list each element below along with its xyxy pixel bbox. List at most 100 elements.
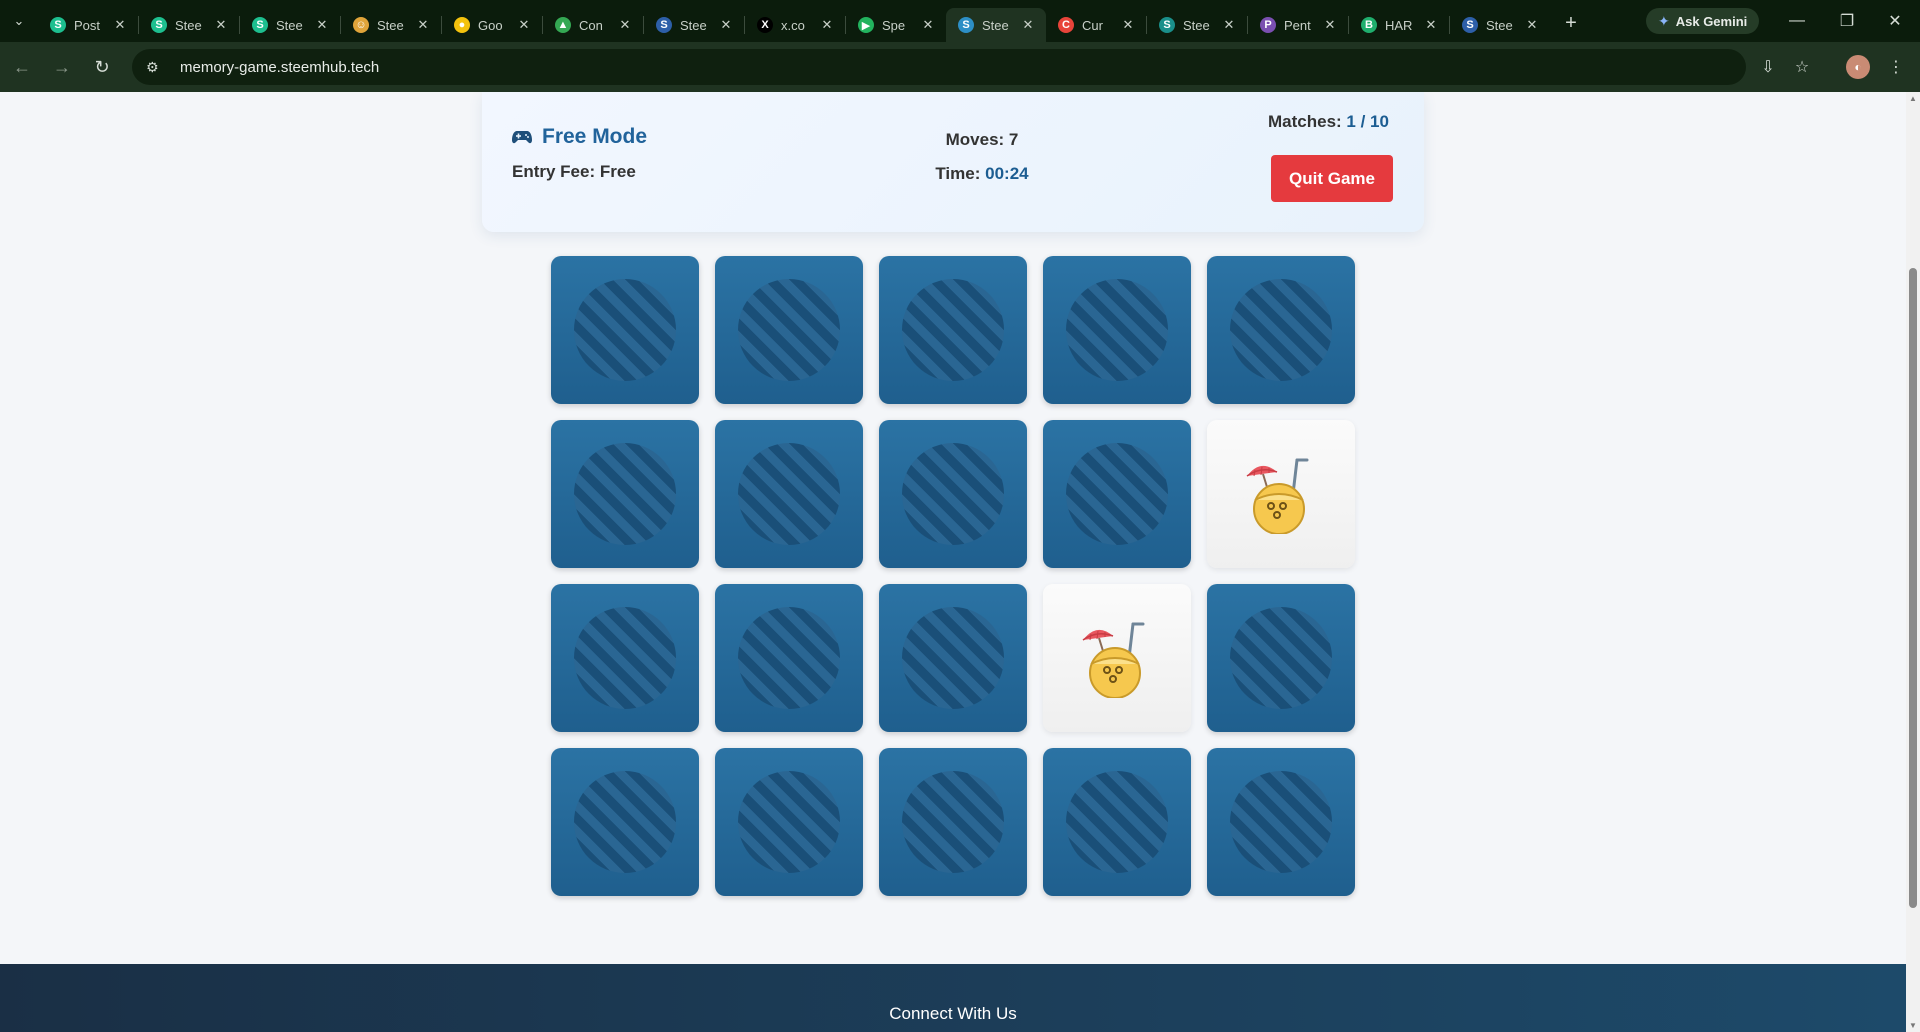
card-back-pattern [738,771,840,873]
tab-close-icon[interactable]: ✕ [1120,17,1136,33]
page-scrollbar[interactable]: ▲ ▼ [1906,92,1920,1032]
game-mode: Free Mode [512,125,647,149]
scroll-down-icon[interactable]: ▼ [1909,1021,1917,1030]
memory-card[interactable] [1207,256,1355,404]
card-back-pattern [902,443,1004,545]
new-tab-button[interactable]: + [1556,8,1586,38]
site-settings-icon[interactable]: ⚙ [146,59,166,76]
bookmark-star-icon[interactable]: ☆ [1784,49,1820,85]
tab-title: Stee [276,17,303,33]
card-back-pattern [574,279,676,381]
memory-card[interactable] [551,256,699,404]
browser-tab[interactable]: B HAR ✕ [1349,8,1449,42]
memory-card[interactable] [715,584,863,732]
address-bar[interactable]: ⚙ memory-game.steemhub.tech [132,49,1746,85]
tab-favicon-icon: B [1361,17,1377,33]
browser-tab[interactable]: S Stee ✕ [139,8,239,42]
tab-search-icon[interactable]: ⌄ [0,0,38,42]
card-back-pattern [574,443,676,545]
restore-icon[interactable]: ❐ [1824,0,1870,42]
memory-card[interactable] [1207,584,1355,732]
footer-title: Connect With Us [889,1004,1017,1023]
reload-icon[interactable]: ↻ [84,49,120,85]
footer: Connect With Us [0,964,1906,1032]
card-back-pattern [902,607,1004,709]
card-back-pattern [738,279,840,381]
tab-close-icon[interactable]: ✕ [1524,17,1540,33]
browser-tab[interactable]: C Cur ✕ [1046,8,1146,42]
back-icon[interactable]: ← [4,49,40,85]
memory-card[interactable] [879,420,1027,568]
memory-card[interactable] [1043,420,1191,568]
game-info-panel: Free Mode Entry Fee: Free Moves: 7 Time:… [482,92,1424,232]
browser-tab[interactable]: S Stee ✕ [1147,8,1247,42]
browser-tab[interactable]: S Stee ✕ [240,8,340,42]
moves-label: Moves: [945,130,1005,149]
tab-close-icon[interactable]: ✕ [920,17,936,33]
browser-tab[interactable]: ▲ Con ✕ [543,8,643,42]
browser-tab[interactable]: S Stee ✕ [1450,8,1550,42]
forward-icon[interactable]: → [44,49,80,85]
browser-tab[interactable]: S Stee ✕ [946,8,1046,42]
quit-game-button[interactable]: Quit Game [1271,155,1393,202]
minimize-icon[interactable]: — [1774,0,1820,42]
memory-card-revealed[interactable] [1207,420,1355,568]
address-url: memory-game.steemhub.tech [180,58,380,76]
card-back-pattern [1066,443,1168,545]
tab-title: Spe [882,17,906,33]
memory-card[interactable] [879,748,1027,896]
tab-favicon-icon: S [151,17,167,33]
time-label: Time: [935,164,981,183]
scroll-up-icon[interactable]: ▲ [1909,94,1917,103]
browser-tab[interactable]: S Stee ✕ [644,8,744,42]
card-back-pattern [1066,279,1168,381]
browser-tab[interactable]: P Pent ✕ [1248,8,1348,42]
tab-title: Stee [1486,17,1513,33]
memory-card[interactable] [1043,256,1191,404]
tab-favicon-icon: C [1058,17,1074,33]
tab-close-icon[interactable]: ✕ [718,17,734,33]
page-viewport: Free Mode Entry Fee: Free Moves: 7 Time:… [0,92,1906,1032]
browser-tab[interactable]: ☺ Stee ✕ [341,8,441,42]
tab-close-icon[interactable]: ✕ [819,17,835,33]
tab-close-icon[interactable]: ✕ [1322,17,1338,33]
coconut-drink-icon [1246,458,1309,534]
tab-favicon-icon: ▲ [555,17,571,33]
profile-avatar[interactable]: ◐ [1840,49,1876,85]
memory-card[interactable] [551,584,699,732]
tab-close-icon[interactable]: ✕ [617,17,633,33]
memory-card[interactable] [715,256,863,404]
tab-close-icon[interactable]: ✕ [1221,17,1237,33]
tab-close-icon[interactable]: ✕ [516,17,532,33]
memory-card[interactable] [879,584,1027,732]
tab-close-icon[interactable]: ✕ [415,17,431,33]
tab-title: HAR [1385,17,1413,33]
tab-close-icon[interactable]: ✕ [1020,17,1036,33]
browser-tab[interactable]: Xx.co ✕ [745,8,845,42]
tab-close-icon[interactable]: ✕ [314,17,330,33]
scrollbar-thumb[interactable] [1909,268,1917,908]
memory-card-revealed[interactable] [1043,584,1191,732]
close-window-icon[interactable]: ✕ [1872,0,1918,42]
entry-fee: Entry Fee: Free [512,162,636,182]
memory-card[interactable] [1207,748,1355,896]
memory-card[interactable] [715,748,863,896]
memory-card[interactable] [1043,748,1191,896]
browser-menu-icon[interactable]: ⋮ [1878,49,1914,85]
browser-tab[interactable]: S Post ✕ [38,8,138,42]
tab-close-icon[interactable]: ✕ [1423,17,1439,33]
memory-card[interactable] [551,748,699,896]
ask-gemini-button[interactable]: ✦ Ask Gemini [1646,8,1760,34]
memory-card[interactable] [879,256,1027,404]
tab-close-icon[interactable]: ✕ [112,17,128,33]
memory-card[interactable] [551,420,699,568]
browser-tab[interactable]: ● Goo ✕ [442,8,542,42]
tab-favicon-icon: S [656,17,672,33]
tab-favicon-icon: S [50,17,66,33]
card-back-pattern [574,771,676,873]
card-back-pattern [902,279,1004,381]
browser-tab[interactable]: ▶ Spe ✕ [846,8,946,42]
memory-card[interactable] [715,420,863,568]
install-app-icon[interactable]: ⇩ [1750,49,1786,85]
tab-close-icon[interactable]: ✕ [213,17,229,33]
